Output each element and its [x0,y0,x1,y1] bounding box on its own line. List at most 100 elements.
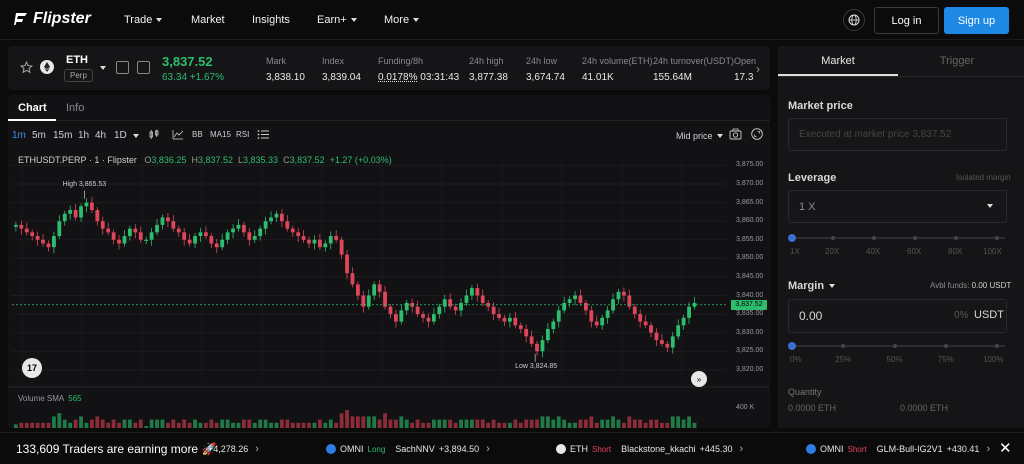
earning-item[interactable]: ETH Short Blackstone_kkachi +445.30 › [556,443,743,455]
volume-bar [247,419,252,428]
candle-body [540,340,545,352]
volume-bar [280,419,284,428]
camera-icon[interactable] [729,128,742,140]
indicator-line-icon[interactable] [172,129,184,140]
indicator-bb[interactable]: BB [192,130,203,139]
slider-label[interactable]: 20X [825,247,839,256]
stat-index: Index 3,839.04 [322,56,361,83]
timeframe-15m[interactable]: 15m [53,130,72,141]
slider-label[interactable]: 1X [790,247,800,256]
tab-info[interactable]: Info [66,102,84,114]
slider-track[interactable] [792,237,1005,239]
volume-bar [106,422,111,428]
margin-title[interactable]: Margin [788,280,836,292]
login-button[interactable]: Log in [874,7,939,34]
close-icon[interactable]: ✕ [999,439,1012,457]
volume-bar [339,413,344,428]
star-icon[interactable] [20,61,33,74]
order-tab-market[interactable]: Market [778,46,898,76]
volume-bar [486,422,491,428]
candle-body [144,239,149,241]
candle-body [345,254,349,274]
timeframe-4h[interactable]: 4h [95,130,106,141]
slider-label[interactable]: 80X [948,247,962,256]
volume-bar [296,422,301,428]
margin-input[interactable]: 0.00 0% USDT [788,299,1007,333]
slider-label[interactable]: 0% [790,355,802,364]
market-price-placeholder: Executed at market price 3,837.52 [799,129,952,140]
candle-body [231,228,235,233]
earning-amount: +3,894.50 [438,444,480,454]
candle-body [79,206,83,218]
slider-label[interactable]: 100% [983,355,1003,364]
volume-bar [442,419,447,428]
candle-body [356,284,360,296]
earning-item[interactable]: OMNI Short GLM-Bull-IG2V1 +430.41 › [806,443,990,455]
swap-icon[interactable] [137,61,150,74]
volume-bar [133,422,138,428]
timeframe-1d[interactable]: 1D [114,130,127,141]
slider-label[interactable]: 25% [835,355,851,364]
volume-bar [665,422,670,428]
list-icon[interactable] [257,129,270,140]
candle-body [30,232,35,237]
language-button[interactable] [843,9,865,31]
order-tab-trigger[interactable]: Trigger [898,46,1016,76]
slider-handle[interactable] [788,342,796,350]
signup-button[interactable]: Sign up [944,7,1009,34]
volume-bar [551,419,556,428]
candle-body [138,232,143,240]
document-icon[interactable] [116,61,129,74]
tab-chart[interactable]: Chart [18,102,47,114]
slider-handle[interactable] [788,234,796,242]
candle-body [14,224,18,227]
earning-item[interactable]: OMNI Long SachNNV +3,894.50 › [326,443,490,455]
slider-label[interactable]: 75% [938,355,954,364]
chevron-right-icon[interactable]: › [756,62,760,76]
nav-more[interactable]: More [384,14,420,26]
timeframe-5m[interactable]: 5m [32,130,46,141]
leverage-select[interactable]: 1 X [788,190,1007,223]
scroll-to-latest-button[interactable]: » [691,371,707,387]
symbol-name[interactable]: ETH [66,54,88,66]
volume-bar [111,419,116,428]
price-source-select[interactable]: Mid price [676,131,723,141]
slider-label[interactable]: 100X [983,247,1002,256]
indicator-rsi[interactable]: RSI [236,130,249,139]
volume-bar [578,419,583,428]
slider-label[interactable]: 60X [907,247,921,256]
stat-24h-turnover: 24h turnover(USDT) 155.64M [653,56,734,83]
slider-label[interactable]: 40X [866,247,880,256]
earning-trader: GLM-Bull-IG2V1 [876,444,943,454]
candle-body [117,239,121,244]
volume-bar [155,419,159,428]
candle-body [290,228,295,233]
nav-earn[interactable]: Earn+ [317,14,357,26]
leverage-value: 1 X [799,201,816,213]
nav-market[interactable]: Market [191,14,225,26]
indicator-ma15[interactable]: MA15 [210,130,231,139]
earning-item[interactable]: +4,278.26 › [208,443,259,455]
earning-trader: Blackstone_kkachi [621,444,696,454]
volume-bar [334,422,339,428]
brand-logo[interactable]: Flipster [14,10,91,28]
tradingview-logo[interactable]: 17 [22,358,42,378]
volume-bar [100,419,105,428]
timeframe-1h[interactable]: 1h [78,130,89,141]
timeframe-dropdown-icon[interactable] [133,134,139,138]
volume-bar [556,416,561,428]
symbol-dropdown-chevron-icon[interactable] [100,66,106,70]
nav-trade[interactable]: Trade [124,14,163,26]
funding-rate[interactable]: 0.0178% [378,72,417,83]
slider-track[interactable] [792,345,1005,347]
candle-type-icon[interactable] [148,129,160,140]
nav-insights[interactable]: Insights [252,14,290,26]
fullscreen-icon[interactable] [751,128,763,140]
earning-coin: ETH [570,444,588,454]
candle-body [524,328,529,337]
slider-label[interactable]: 50% [887,355,903,364]
candle-body [399,310,404,322]
volume-bar [204,422,208,428]
timeframe-1m[interactable]: 1m [12,130,26,141]
margin-value: 0.00 [799,309,823,323]
